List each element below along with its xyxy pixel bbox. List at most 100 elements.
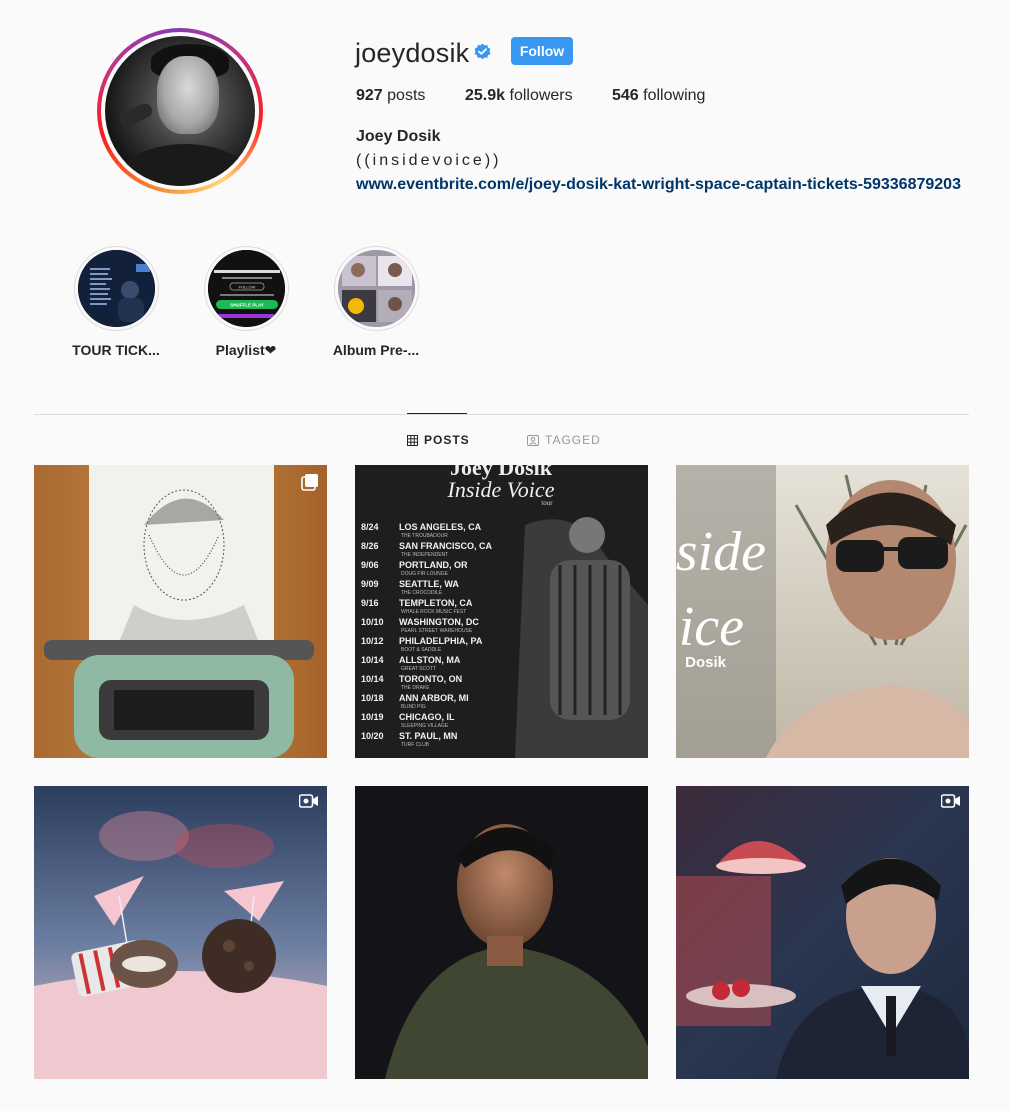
tour-city: ST. PAUL, MN	[399, 731, 457, 741]
video-icon	[941, 794, 960, 808]
tour-city: ANN ARBOR, MI	[399, 693, 469, 703]
tour-date: 10/14	[361, 674, 384, 684]
profile-bio: ((insidevoice))	[356, 152, 502, 169]
tour-date: 10/10	[361, 617, 384, 627]
post-tile-typewriter[interactable]	[34, 465, 327, 758]
tour-date: 10/12	[361, 636, 384, 646]
tour-city: LOS ANGELES, CA	[399, 522, 482, 532]
avatar-face	[157, 56, 219, 134]
tab-posts-label: POSTS	[424, 433, 470, 447]
highlight-cover-playlist: FOLLOW SHUFFLE PLAY	[207, 250, 285, 327]
tour-venue: THE DRAKE	[401, 685, 430, 691]
posts-count-stat: 927 posts	[356, 87, 425, 105]
post-image-tour-poster: Joey Dosik Inside Voice tour 8/24 LOS ANG…	[355, 465, 648, 758]
tagged-user-icon	[527, 434, 539, 446]
followers-count-link[interactable]: 25.9k followers	[465, 87, 573, 105]
post-tile-tour-poster[interactable]: Joey Dosik Inside Voice tour 8/24 LOS ANG…	[355, 465, 648, 758]
highlight-label: Playlist❤	[215, 342, 277, 358]
post-tile-portrait[interactable]	[355, 786, 648, 1079]
tour-city: SAN FRANCISCO, CA	[399, 541, 493, 551]
tour-date: 8/26	[361, 541, 379, 551]
playlist-follow-text: FOLLOW	[238, 285, 255, 290]
post-image-diner	[676, 786, 969, 1079]
followers-count: 25.9k	[465, 87, 506, 104]
tab-tagged-label: TAGGED	[545, 433, 601, 447]
following-count: 546	[612, 87, 639, 104]
highlight-cover-tour	[77, 250, 155, 327]
tour-city: PORTLAND, OR	[399, 560, 468, 570]
tour-venue: TURF CLUB	[401, 742, 430, 748]
post-tile-cookies[interactable]	[34, 786, 327, 1079]
tour-venue: BLIND PIG	[401, 704, 426, 710]
tour-city: CHICAGO, IL	[399, 712, 455, 722]
tour-city: SEATTLE, WA	[399, 579, 459, 589]
highlight-label: TOUR TICK...	[72, 342, 160, 358]
posts-label: posts	[387, 87, 426, 104]
post-tile-sunglasses[interactable]: side ice Dosik	[676, 465, 969, 758]
tour-venue: THE INDEPENDENT	[401, 552, 448, 558]
highlight-tour-tickets[interactable]: TOUR TICK...	[56, 246, 176, 358]
tour-city: ALLSTON, MA	[399, 655, 461, 665]
profile-avatar-story-ring[interactable]	[97, 28, 263, 194]
highlight-album-presave[interactable]: Album Pre-...	[316, 246, 436, 358]
following-label: following	[643, 87, 706, 104]
tab-posts[interactable]: POSTS	[407, 433, 470, 447]
album-art-line3: Dosik	[685, 654, 727, 671]
tour-date: 9/09	[361, 579, 379, 589]
avatar-shoulder	[115, 144, 255, 186]
tour-date: 10/19	[361, 712, 384, 722]
tour-venue: THE CROCODILE	[401, 590, 443, 596]
tabs-divider	[34, 414, 969, 415]
carousel-icon	[301, 474, 318, 491]
tab-tagged[interactable]: TAGGED	[527, 433, 601, 447]
album-art-line1: side	[676, 521, 766, 583]
profile-full-name: Joey Dosik	[356, 128, 441, 145]
post-image-sunglasses: side ice Dosik	[676, 465, 969, 758]
tour-venue: DOUG FIR LOUNGE	[401, 571, 449, 577]
tour-date: 10/20	[361, 731, 384, 741]
post-tile-diner[interactable]	[676, 786, 969, 1079]
highlight-label: Album Pre-...	[332, 342, 420, 358]
highlight-ring: FOLLOW SHUFFLE PLAY	[203, 246, 289, 331]
tour-venue: SLEEPING VILLAGE	[401, 723, 449, 729]
avatar	[105, 36, 255, 186]
highlight-ring	[73, 246, 159, 331]
grid-icon	[407, 434, 418, 446]
poster-title-text: Inside Voice	[447, 477, 555, 502]
highlight-album-art	[337, 250, 415, 327]
tour-date: 9/06	[361, 560, 379, 570]
avatar-border	[101, 32, 259, 190]
post-image-typewriter	[34, 465, 327, 758]
tour-date: 10/18	[361, 693, 384, 703]
tour-city: TORONTO, ON	[399, 674, 462, 684]
profile-website-link[interactable]: www.eventbrite.com/e/joey-dosik-kat-wrig…	[356, 176, 961, 194]
highlight-ring	[333, 246, 419, 331]
post-image-cookies	[34, 786, 327, 1079]
post-image-portrait	[355, 786, 648, 1079]
album-art-line2: ice	[679, 596, 744, 658]
followers-label: followers	[509, 87, 573, 104]
tour-city: WASHINGTON, DC	[399, 617, 479, 627]
follow-button[interactable]: Follow	[511, 37, 573, 65]
poster-subtitle-text: tour	[541, 499, 553, 507]
posts-count: 927	[356, 87, 383, 104]
tour-venue: BOOT & SADDLE	[401, 647, 442, 653]
tour-venue: PEARL STREET WAREHOUSE	[401, 628, 473, 634]
playlist-shuffle-text: SHUFFLE PLAY	[230, 303, 264, 308]
following-count-link[interactable]: 546 following	[612, 87, 705, 105]
highlight-cover-album	[337, 250, 415, 327]
active-tab-indicator	[407, 413, 467, 414]
tour-city: TEMPLETON, CA	[399, 598, 473, 608]
video-icon	[299, 794, 318, 808]
highlight-playlist[interactable]: FOLLOW SHUFFLE PLAY Playlist❤	[186, 246, 306, 359]
tour-venue: THE TROUBADOUR	[401, 533, 448, 539]
tour-date: 10/14	[361, 655, 384, 665]
avatar-microphone	[117, 101, 155, 129]
highlight-playlist-art: FOLLOW SHUFFLE PLAY	[207, 250, 285, 327]
tour-city: PHILADELPHIA, PA	[399, 636, 483, 646]
profile-username: joeydosik	[355, 38, 470, 68]
tour-date: 8/24	[361, 522, 379, 532]
verified-badge-icon	[474, 43, 491, 60]
highlight-tour-art	[77, 250, 155, 327]
tour-date: 9/16	[361, 598, 379, 608]
